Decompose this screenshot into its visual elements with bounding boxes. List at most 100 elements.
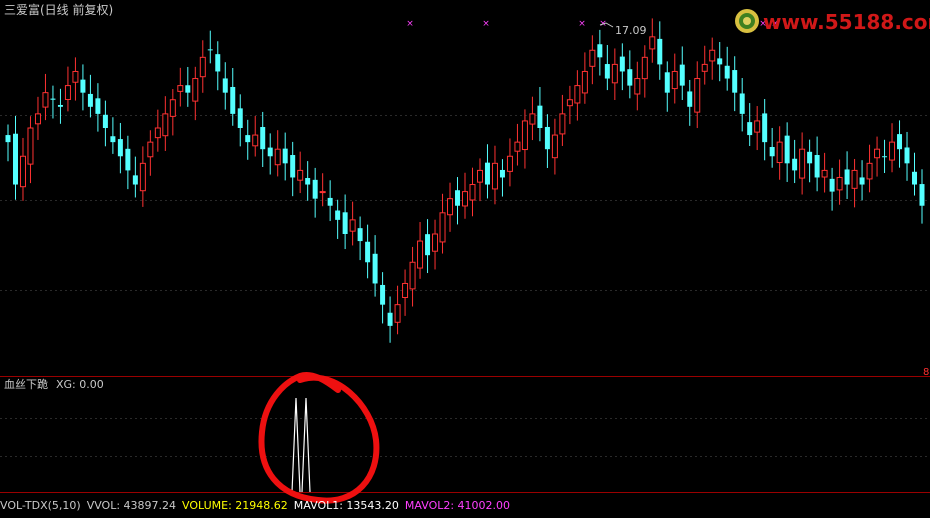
candle-body xyxy=(769,147,775,157)
candle-body xyxy=(297,169,304,181)
candle-body xyxy=(57,104,63,107)
candle-body xyxy=(912,171,918,185)
candle-body xyxy=(455,190,461,206)
candle-body xyxy=(409,261,416,290)
candle-body xyxy=(529,113,536,125)
candle-body xyxy=(274,148,281,166)
chart-title: 三爱富(日线 前复权) xyxy=(4,3,114,17)
candle-body xyxy=(476,169,483,183)
candle-body xyxy=(335,210,341,220)
candle-body xyxy=(260,127,266,150)
candle-body xyxy=(282,148,288,164)
candle-body xyxy=(102,114,108,128)
signal-marker: × xyxy=(406,19,414,29)
candle-body xyxy=(866,162,873,180)
watermark-text: www.55188.com xyxy=(763,10,930,34)
candle-body xyxy=(215,54,221,72)
candle-body xyxy=(117,139,123,157)
candle-body xyxy=(27,127,34,165)
candle-body xyxy=(657,38,663,65)
logo-icon xyxy=(735,9,759,33)
candle-body xyxy=(717,58,723,65)
candle-body xyxy=(792,158,798,171)
candle-body xyxy=(110,136,116,143)
candle-body xyxy=(162,113,169,137)
candle-body xyxy=(252,134,259,147)
candle-body xyxy=(177,85,184,92)
candle-body xyxy=(581,70,588,94)
candle-body xyxy=(169,99,176,117)
vol-name: VOL-TDX(5,10) xyxy=(0,499,81,512)
candle-body xyxy=(72,70,79,83)
candle-body xyxy=(566,99,573,107)
candle-body xyxy=(641,56,648,80)
top-markers: × × × × × × xyxy=(406,19,779,29)
candle-body xyxy=(319,191,326,194)
candle-body xyxy=(222,78,228,93)
candle-body xyxy=(349,219,356,232)
candle-body xyxy=(432,233,439,252)
candle-body xyxy=(12,133,18,185)
watermark-logo: www.55188.com xyxy=(733,4,930,40)
candle-body xyxy=(874,148,881,159)
candle-body xyxy=(889,141,896,161)
candle-body xyxy=(439,212,446,243)
candle-body xyxy=(859,177,865,185)
candle-body xyxy=(776,141,783,164)
candle-body xyxy=(372,253,378,284)
candle-body xyxy=(506,155,513,172)
candle-body xyxy=(521,120,528,151)
candle-body xyxy=(357,228,363,242)
candle-body xyxy=(417,240,424,269)
candle-body xyxy=(619,56,625,72)
candle-body xyxy=(611,63,618,84)
candle-body xyxy=(634,78,641,95)
candle-body xyxy=(762,113,768,143)
candle-body xyxy=(687,91,693,107)
candle-body xyxy=(559,113,566,135)
candle-body xyxy=(904,147,910,164)
candle-body xyxy=(327,197,333,206)
candle-body xyxy=(267,147,273,157)
candle-body xyxy=(469,184,476,201)
kline-chart[interactable]: × × × × × × xyxy=(0,0,930,518)
candle-body xyxy=(305,178,311,185)
candle-body xyxy=(491,162,498,190)
candle-body xyxy=(499,169,505,178)
candle-body xyxy=(814,154,820,178)
candle-body xyxy=(551,134,558,159)
candle-body xyxy=(589,49,596,67)
candle-body xyxy=(387,312,393,326)
candle-body xyxy=(664,72,670,93)
candle-body xyxy=(724,65,730,79)
candle-body xyxy=(425,234,431,256)
candle-body xyxy=(462,191,468,207)
volume-indicator-bar: VOL-TDX(5,10) VVOL: 43897.24 VOLUME: 219… xyxy=(0,499,510,513)
candle-body xyxy=(604,64,610,79)
indicator-name: 血丝下跪 xyxy=(4,378,48,391)
dotted-grid xyxy=(0,115,930,457)
candle-body xyxy=(829,178,835,192)
candle-body xyxy=(514,141,521,152)
grid xyxy=(0,376,930,493)
candle-body xyxy=(739,93,745,114)
candle-body xyxy=(139,162,146,192)
candle-body xyxy=(732,70,738,93)
signal-marker: × xyxy=(482,19,490,29)
candle-body xyxy=(649,36,656,50)
candle-body xyxy=(897,134,903,150)
candle-body xyxy=(882,156,888,158)
candle-body xyxy=(245,135,251,143)
candle-body xyxy=(147,141,154,158)
candle-body xyxy=(5,135,11,143)
candle-body xyxy=(394,304,401,323)
candle-body xyxy=(199,56,206,78)
candle-body xyxy=(34,113,41,125)
candle-body xyxy=(701,63,708,72)
candle-body xyxy=(80,79,86,93)
candle-body xyxy=(694,78,701,113)
candle-body xyxy=(402,282,409,299)
candle-body xyxy=(125,148,131,171)
candle-body xyxy=(754,120,761,133)
candle-body xyxy=(380,284,386,305)
